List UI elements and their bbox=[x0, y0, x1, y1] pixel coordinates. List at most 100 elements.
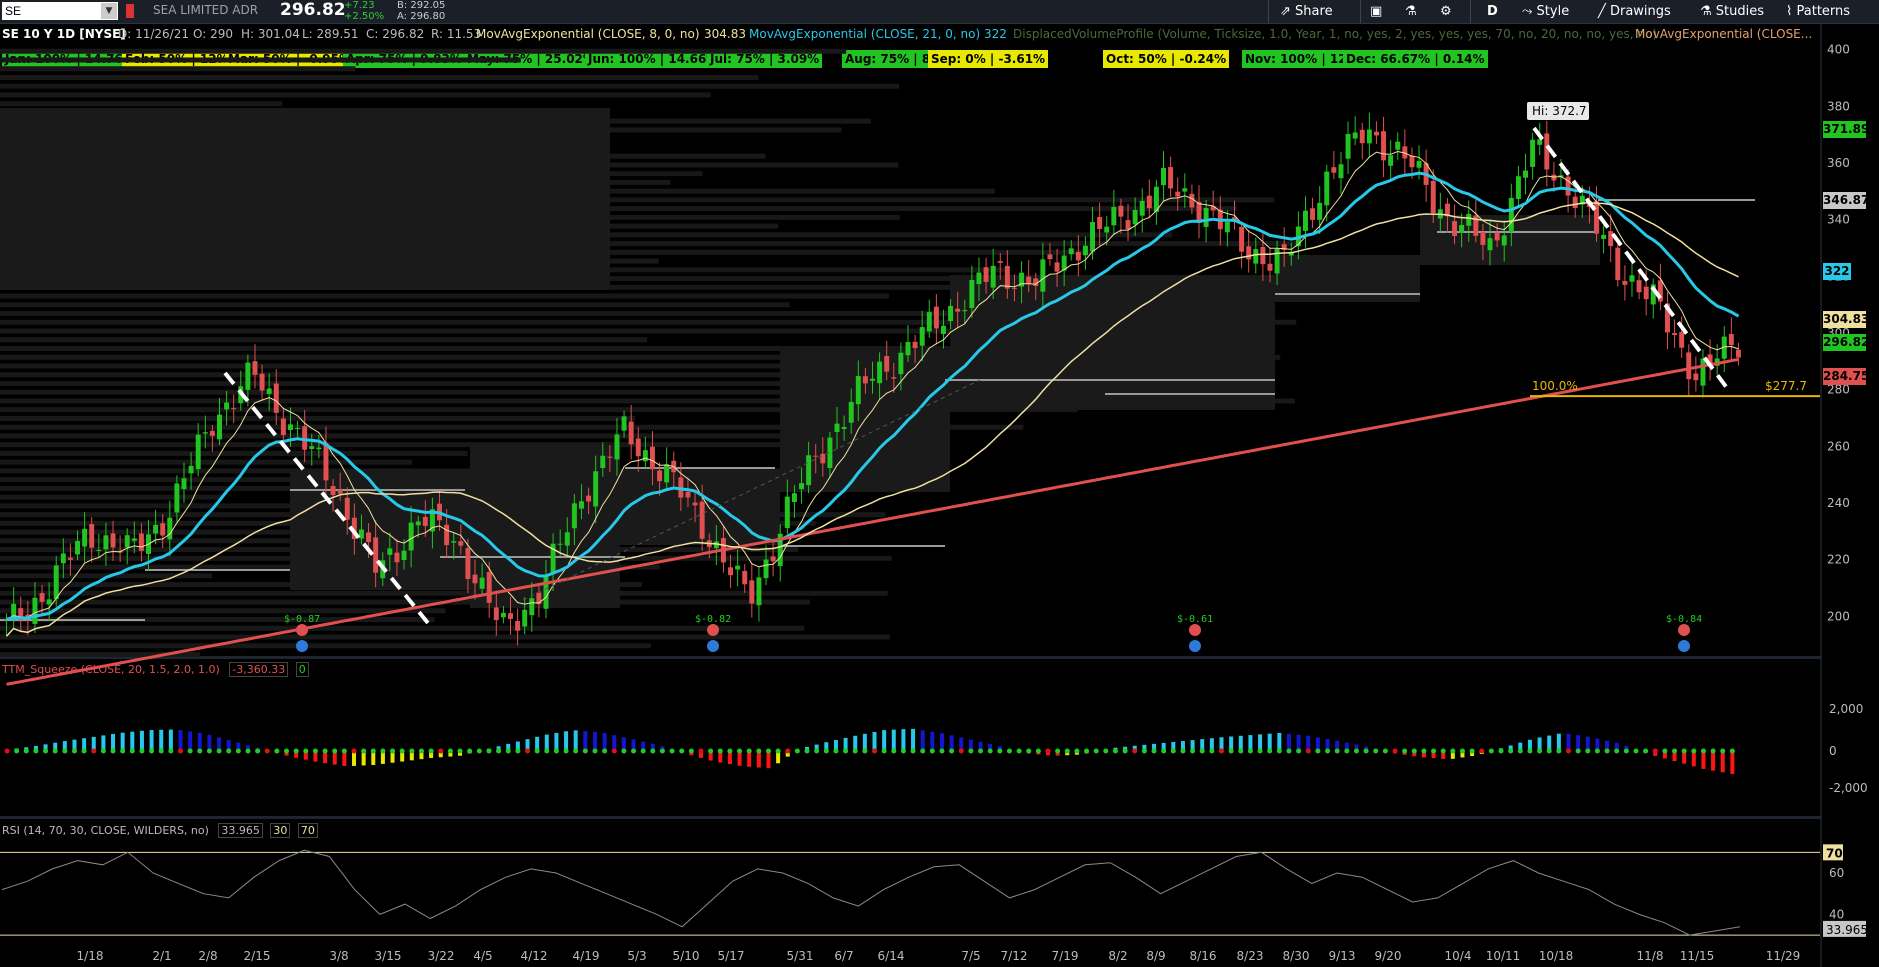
squeeze-dot bbox=[62, 748, 68, 754]
earnings-info-icon bbox=[1189, 640, 1201, 652]
squeeze-dot bbox=[303, 748, 309, 754]
candle-body bbox=[607, 456, 613, 458]
price-axis-tick: 220 bbox=[1827, 553, 1850, 567]
time-axis-tick: 11/15 bbox=[1679, 949, 1715, 963]
price-axis-tick: 240 bbox=[1827, 496, 1850, 510]
squeeze-dot bbox=[1151, 748, 1157, 754]
time-axis-tick: 10/11 bbox=[1485, 949, 1521, 963]
squeeze-dot bbox=[52, 748, 58, 754]
candle-body bbox=[103, 535, 109, 550]
squeeze-dot bbox=[14, 748, 20, 754]
candle-body bbox=[82, 528, 88, 547]
squeeze-dot bbox=[1276, 748, 1282, 754]
candle-body bbox=[557, 543, 563, 545]
squeeze-dot bbox=[235, 748, 241, 754]
candle-body bbox=[784, 496, 790, 529]
squeeze-bar bbox=[139, 730, 144, 751]
candle-body bbox=[1615, 247, 1621, 281]
rsi-value-label: 33.965 bbox=[1826, 923, 1868, 937]
squeeze-dot bbox=[804, 748, 810, 754]
candle-body bbox=[1203, 208, 1209, 227]
volume-profile-bar bbox=[0, 442, 822, 448]
squeeze-bar bbox=[1711, 751, 1716, 771]
squeeze-dot bbox=[765, 748, 771, 754]
squeeze-dot bbox=[447, 748, 453, 754]
ttm-label[interactable]: TTM_Squeeze (CLOSE, 20, 1.5, 2.0, 1.0) bbox=[2, 663, 220, 676]
squeeze-dot bbox=[881, 748, 887, 754]
squeeze-dot bbox=[891, 748, 897, 754]
squeeze-bar bbox=[891, 729, 896, 751]
squeeze-dot bbox=[814, 748, 820, 754]
squeeze-dot bbox=[1112, 748, 1118, 754]
time-axis-tick: 10/4 bbox=[1444, 949, 1472, 963]
squeeze-dot bbox=[390, 748, 396, 754]
earnings-icon bbox=[1189, 624, 1201, 636]
squeeze-dot bbox=[1093, 748, 1099, 754]
squeeze-dot bbox=[1122, 748, 1128, 754]
candle-body bbox=[791, 493, 797, 502]
rsi-label[interactable]: RSI (14, 70, 30, CLOSE, WILDERS, no) bbox=[2, 824, 209, 837]
squeeze-dot bbox=[226, 748, 232, 754]
candle-body bbox=[1480, 232, 1486, 245]
candle-body bbox=[905, 341, 911, 356]
chart-area[interactable]: 200220240260280300320340360380400100.0%$… bbox=[0, 0, 1879, 967]
squeeze-dot bbox=[611, 748, 617, 754]
candle-body bbox=[1111, 206, 1117, 226]
time-axis-tick: 8/16 bbox=[1189, 949, 1217, 963]
candle-body bbox=[1373, 131, 1379, 136]
candle-body bbox=[266, 388, 272, 394]
squeeze-dot bbox=[178, 748, 183, 754]
squeeze-dot bbox=[794, 748, 800, 754]
squeeze-dot bbox=[717, 748, 723, 754]
time-axis-tick: 10/18 bbox=[1538, 949, 1574, 963]
candle-body bbox=[39, 593, 45, 602]
squeeze-dot bbox=[110, 748, 116, 754]
candle-body bbox=[621, 416, 627, 431]
squeeze-bar bbox=[1730, 751, 1735, 774]
candle-body bbox=[933, 306, 939, 329]
profile-box bbox=[290, 470, 470, 590]
candle-body bbox=[820, 453, 826, 464]
time-axis-tick: 3/22 bbox=[427, 949, 455, 963]
squeeze-dot bbox=[525, 748, 530, 754]
candle-body bbox=[976, 272, 982, 285]
candle-body bbox=[628, 421, 634, 445]
squeeze-dot bbox=[1190, 748, 1196, 754]
price-axis-box: 284.75 bbox=[1823, 368, 1870, 386]
candle-body bbox=[1523, 170, 1528, 178]
candle-body bbox=[1693, 373, 1699, 381]
squeeze-dot bbox=[1132, 748, 1138, 754]
candle-body bbox=[699, 501, 705, 539]
candle-body bbox=[1068, 248, 1074, 255]
squeeze-dot bbox=[1170, 748, 1176, 754]
squeeze-dot bbox=[920, 748, 926, 754]
candle-body bbox=[60, 553, 66, 564]
rsi-legend: RSI (14, 70, 30, CLOSE, WILDERS, no) 33.… bbox=[2, 823, 318, 839]
candle-body bbox=[1735, 349, 1741, 358]
candle-body bbox=[1395, 141, 1401, 150]
squeeze-dot bbox=[1219, 748, 1224, 754]
candle-body bbox=[508, 613, 513, 619]
candle-body bbox=[124, 535, 130, 548]
profile-box bbox=[0, 108, 610, 290]
rsi-value: 33.965 bbox=[218, 823, 263, 838]
squeeze-dot bbox=[428, 748, 434, 754]
squeeze-bar bbox=[1286, 733, 1291, 751]
squeeze-dot bbox=[284, 748, 290, 754]
squeeze-dot bbox=[775, 748, 781, 754]
volume-profile-bar bbox=[0, 590, 888, 596]
squeeze-dot bbox=[553, 748, 559, 754]
squeeze-dot bbox=[1035, 748, 1041, 754]
candle-body bbox=[486, 572, 492, 603]
candle-body bbox=[522, 609, 528, 627]
candle-body bbox=[1040, 259, 1046, 292]
candle-body bbox=[1317, 202, 1323, 220]
earnings-value: $-0.61 bbox=[1177, 614, 1213, 625]
squeeze-dot bbox=[1267, 748, 1273, 754]
volume-profile-bar bbox=[0, 415, 636, 421]
price-axis-box: 296.82 bbox=[1823, 334, 1870, 351]
squeeze-dot bbox=[688, 748, 694, 754]
squeeze-dot bbox=[823, 748, 829, 754]
squeeze-dot bbox=[708, 748, 714, 754]
squeeze-dot bbox=[1161, 748, 1167, 754]
